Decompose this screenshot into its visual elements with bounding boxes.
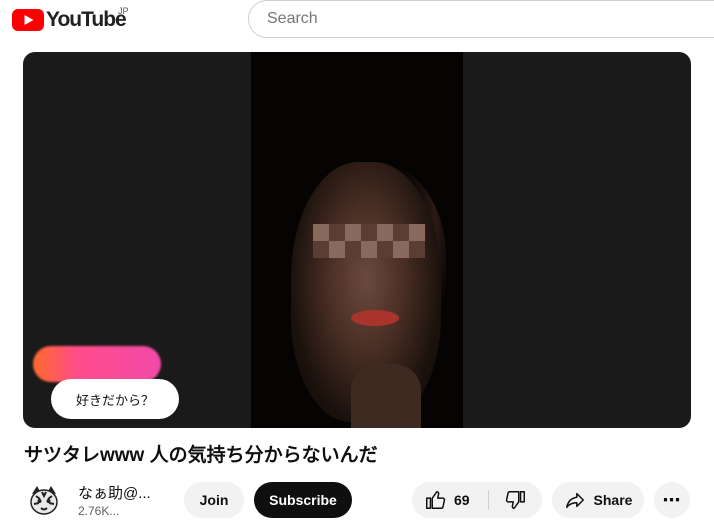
region-code: JP: [118, 6, 129, 16]
share-button[interactable]: Share: [552, 482, 644, 518]
channel-name[interactable]: なぁ助@...: [78, 482, 151, 503]
like-button[interactable]: 69: [412, 482, 486, 518]
like-dislike-group: 69: [412, 482, 542, 518]
thumbs-up-icon: [426, 491, 446, 509]
share-label: Share: [593, 492, 633, 508]
channel-row: なぁ助@... 2.76K... Join Subscribe 69 Share…: [24, 478, 704, 522]
search-bar[interactable]: [248, 0, 714, 38]
dislike-button[interactable]: [490, 482, 542, 518]
video-player[interactable]: 好きだから？: [23, 52, 691, 428]
video-subject-hand: [351, 364, 421, 428]
thumbs-down-icon: [505, 491, 525, 509]
like-count: 69: [454, 492, 470, 508]
channel-avatar[interactable]: [24, 480, 64, 520]
logo-wordmark: YouTube: [46, 8, 127, 31]
join-button[interactable]: Join: [184, 482, 244, 518]
tiger-avatar-icon: [24, 480, 64, 520]
like-divider: [488, 490, 489, 510]
blurred-name-pill: [33, 346, 161, 382]
youtube-logo[interactable]: YouTube JP: [12, 6, 129, 32]
subscribe-button[interactable]: Subscribe: [254, 482, 352, 518]
youtube-play-icon: [12, 9, 44, 31]
subscriber-count: 2.76K...: [78, 504, 120, 518]
search-input[interactable]: [265, 9, 714, 29]
video-title: サツタレwww 人の気持ち分からないんだ: [24, 445, 378, 466]
video-subject-lips: [351, 310, 399, 326]
caption-bubble: 好きだから？: [51, 379, 179, 419]
more-actions-button[interactable]: ⋯: [654, 482, 690, 518]
video-frame: [251, 52, 463, 428]
share-arrow-icon: [565, 492, 584, 509]
eye-mosaic-censor: [313, 224, 425, 258]
